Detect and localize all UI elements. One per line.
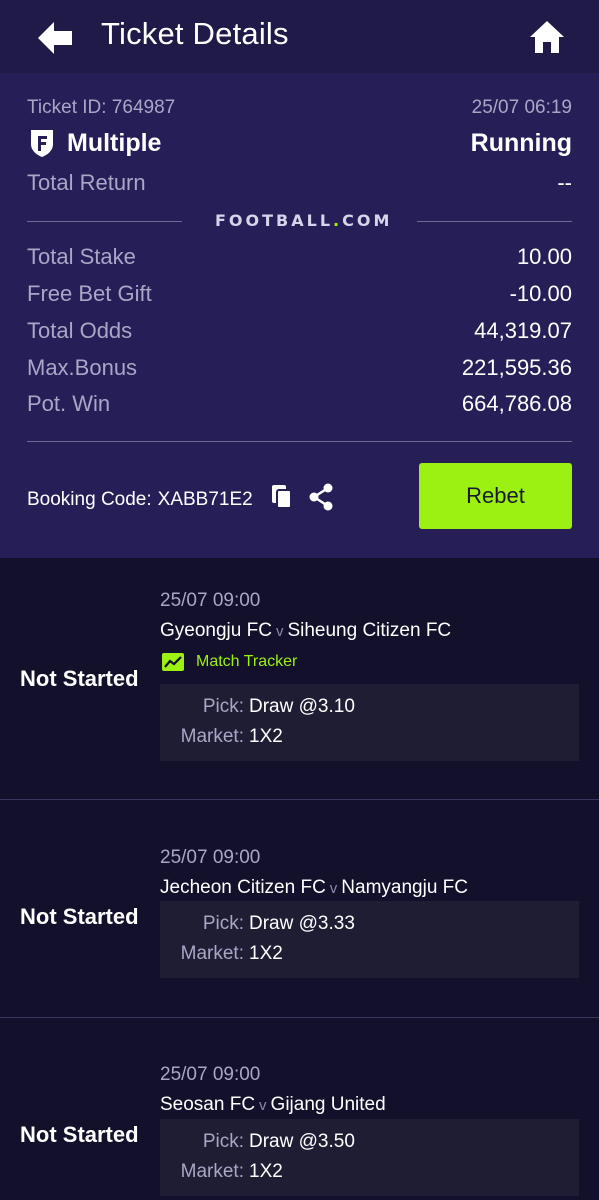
back-button[interactable] bbox=[36, 20, 76, 56]
match-tracker-link[interactable]: Match Tracker bbox=[162, 653, 297, 671]
selection-status: Not Started bbox=[20, 666, 139, 691]
divider-line-left bbox=[27, 221, 182, 222]
ticket-details-screen: Ticket Details Ticket ID: 764987 25/07 0… bbox=[0, 0, 599, 1200]
multiple-bet-icon bbox=[31, 130, 53, 157]
total-return-label: Total Return bbox=[27, 170, 146, 195]
share-button[interactable] bbox=[307, 483, 335, 517]
page-title: Ticket Details bbox=[101, 16, 289, 51]
vs-separator: v bbox=[259, 1097, 267, 1114]
vs-separator: v bbox=[329, 880, 338, 897]
selection-status: Not Started bbox=[20, 1122, 139, 1147]
pick-details: Pick: Draw @3.10 Market: 1X2 bbox=[160, 684, 579, 761]
stat-label: Free Bet Gift bbox=[27, 281, 152, 306]
stat-row-free-bet: Free Bet Gift -10.00 bbox=[27, 281, 572, 307]
stat-value: 221,595.36 bbox=[461, 355, 572, 380]
stat-label: Pot. Win bbox=[27, 391, 111, 416]
ticket-status: Running bbox=[470, 128, 572, 157]
market-label: Market: bbox=[180, 726, 244, 747]
pick-label: Pick: bbox=[202, 696, 244, 717]
rebet-button[interactable]: Rebet bbox=[419, 463, 572, 529]
market-label: Market: bbox=[180, 1161, 244, 1182]
home-button[interactable] bbox=[528, 19, 566, 55]
away-team: Gijang United bbox=[270, 1094, 386, 1115]
stat-value: 664,786.08 bbox=[461, 391, 572, 416]
selection-card: Not Started 25/07 09:00 Gyeongju FC v Sihe… bbox=[0, 558, 599, 800]
stat-row-stake: Total Stake 10.00 bbox=[27, 244, 572, 270]
selections-list: Not Started 25/07 09:00 Gyeongju FC v Sihe… bbox=[0, 558, 599, 1200]
pick-value: Draw @3.10 bbox=[249, 696, 355, 717]
home-icon bbox=[530, 21, 564, 53]
match-teams[interactable]: Seosan FC v Gijang United bbox=[160, 1094, 386, 1116]
stat-label: Total Odds bbox=[27, 318, 133, 343]
selection-status: Not Started bbox=[20, 904, 139, 929]
stat-value: 10.00 bbox=[516, 244, 572, 269]
share-icon bbox=[309, 483, 333, 511]
brand-divider: FOOTBALL.COM bbox=[27, 211, 572, 233]
market-value: 1X2 bbox=[249, 1161, 283, 1182]
stat-label: Max.Bonus bbox=[27, 355, 138, 380]
match-teams[interactable]: Gyeongju FC v Siheung Citizen FC bbox=[160, 620, 451, 642]
market-label: Market: bbox=[180, 943, 244, 964]
selection-card: Not Started 25/07 09:00 Seosan FC v Gijang… bbox=[0, 1018, 599, 1200]
match-time: 25/07 09:00 bbox=[160, 1064, 261, 1085]
total-return-value: -- bbox=[557, 170, 572, 195]
bet-type-label: Multiple bbox=[67, 128, 162, 157]
chart-line-icon bbox=[162, 653, 184, 671]
match-time: 25/07 09:00 bbox=[160, 590, 261, 611]
total-return-row: Total Return -- bbox=[27, 170, 572, 196]
stat-value: 44,319.07 bbox=[474, 318, 572, 343]
stat-value: -10.00 bbox=[509, 281, 572, 306]
brand-logo-text: FOOTBALL.COM bbox=[215, 211, 389, 230]
market-value: 1X2 bbox=[249, 943, 283, 964]
stat-row-pot-win: Pot. Win 664,786.08 bbox=[27, 391, 572, 417]
selection-card: Not Started 25/07 09:00 Jecheon Citizen … bbox=[0, 800, 599, 1018]
market-value: 1X2 bbox=[249, 726, 283, 747]
match-time: 25/07 09:00 bbox=[160, 847, 261, 868]
bet-type: Multiple bbox=[27, 128, 161, 158]
pick-details: Pick: Draw @3.33 Market: 1X2 bbox=[160, 901, 579, 978]
stat-row-odds: Total Odds 44,319.07 bbox=[27, 318, 572, 344]
pick-value: Draw @3.50 bbox=[249, 1131, 355, 1152]
ticket-datetime: 25/07 06:19 bbox=[471, 97, 572, 118]
home-team: Seosan FC bbox=[160, 1094, 256, 1115]
arrow-left-icon bbox=[38, 22, 72, 54]
home-team: Gyeongju FC bbox=[160, 620, 272, 641]
away-team: Namyangju FC bbox=[341, 877, 469, 898]
stat-label: Total Stake bbox=[27, 244, 136, 269]
ticket-summary-card: Ticket ID: 764987 25/07 06:19 Multiple R… bbox=[0, 73, 599, 558]
pick-details: Pick: Draw @3.50 Market: 1X2 bbox=[160, 1119, 579, 1196]
match-tracker-label: Match Tracker bbox=[196, 653, 298, 670]
pick-label: Pick: bbox=[202, 913, 244, 934]
vs-separator: v bbox=[275, 623, 284, 640]
divider-line-right bbox=[417, 221, 572, 222]
ticket-meta-row: Ticket ID: 764987 25/07 06:19 bbox=[27, 97, 572, 119]
stat-row-bonus: Max.Bonus 221,595.36 bbox=[27, 355, 572, 381]
booking-code-row: Booking Code: XABB71E2 bbox=[27, 483, 335, 517]
home-team: Jecheon Citizen FC bbox=[160, 877, 326, 898]
pick-label: Pick: bbox=[202, 1131, 244, 1152]
bet-type-row: Multiple Running bbox=[27, 128, 572, 158]
match-teams[interactable]: Jecheon Citizen FC v Namyangju FC bbox=[160, 877, 468, 899]
copy-code-button[interactable] bbox=[271, 484, 293, 516]
copy-icon bbox=[271, 485, 292, 509]
top-app-bar: Ticket Details bbox=[0, 0, 599, 73]
brand-suffix: COM bbox=[342, 211, 393, 230]
booking-code-value: XABB71E2 bbox=[157, 489, 253, 510]
ticket-id: Ticket ID: 764987 bbox=[27, 97, 176, 118]
pick-value: Draw @3.33 bbox=[249, 913, 355, 934]
away-team: Siheung Citizen FC bbox=[287, 620, 452, 641]
divider bbox=[27, 441, 572, 442]
booking-code-label: Booking Code: bbox=[27, 489, 152, 510]
brand-prefix: FOOTBALL bbox=[215, 211, 334, 230]
brand-dot: . bbox=[333, 211, 343, 230]
